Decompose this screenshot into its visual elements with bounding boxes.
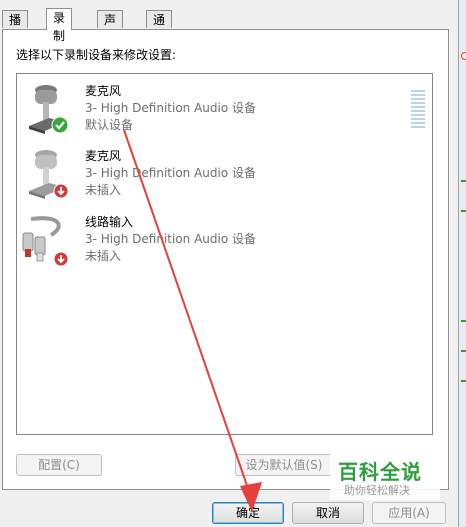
list-item-microphone-unplugged[interactable]: 麦克风 3- High Definition Audio 设备 未插入 (21, 147, 421, 207)
tab-recording[interactable]: 录制 (46, 8, 73, 43)
device-status: 未插入 (85, 249, 122, 263)
apply-button[interactable]: 应用(A) (372, 502, 446, 524)
recording-device-list[interactable]: 麦克风 3- High Definition Audio 设备 默认设备 麦克风… (16, 73, 433, 435)
device-description: 3- High Definition Audio 设备 (85, 232, 257, 246)
configure-button[interactable]: 配置(C) (16, 454, 102, 476)
tab-playback[interactable]: 播放 (2, 10, 29, 45)
background-window-edge (458, 0, 466, 527)
device-name: 线路输入 (85, 215, 134, 229)
device-name: 麦克风 (85, 84, 122, 98)
level-meter (411, 90, 425, 130)
sound-dialog: 播放 录制 声音 通信 选择以下录制设备来修改设置: (0, 0, 458, 527)
set-default-button[interactable]: 设为默认值(S) (235, 454, 333, 476)
green-check-icon (51, 116, 69, 137)
watermark-title: 百科全说 (338, 460, 422, 484)
tab-communications[interactable]: 通信 (146, 10, 173, 45)
device-description: 3- High Definition Audio 设备 (85, 101, 257, 115)
watermark-logo: 百科全说 助你轻松解决 (330, 452, 440, 500)
cancel-button[interactable]: 取消 (292, 502, 364, 524)
watermark-subtitle: 助你轻松解决 (344, 484, 410, 497)
device-name: 麦克风 (85, 149, 122, 163)
device-status: 未插入 (85, 183, 122, 197)
tab-sounds[interactable]: 声音 (97, 10, 124, 45)
red-unplugged-icon (53, 251, 69, 270)
list-item-microphone-default[interactable]: 麦克风 3- High Definition Audio 设备 默认设备 (21, 82, 425, 142)
instruction-text: 选择以下录制设备来修改设置: (16, 48, 177, 62)
device-description: 3- High Definition Audio 设备 (85, 166, 257, 180)
recording-panel: 选择以下录制设备来修改设置: 麦克风 3- High Definition Au… (2, 29, 449, 490)
ok-button[interactable]: 确定 (212, 502, 284, 524)
device-status: 默认设备 (85, 118, 134, 132)
list-item-line-in[interactable]: 线路输入 3- High Definition Audio 设备 未插入 (21, 213, 421, 273)
red-unplugged-icon (53, 183, 69, 202)
